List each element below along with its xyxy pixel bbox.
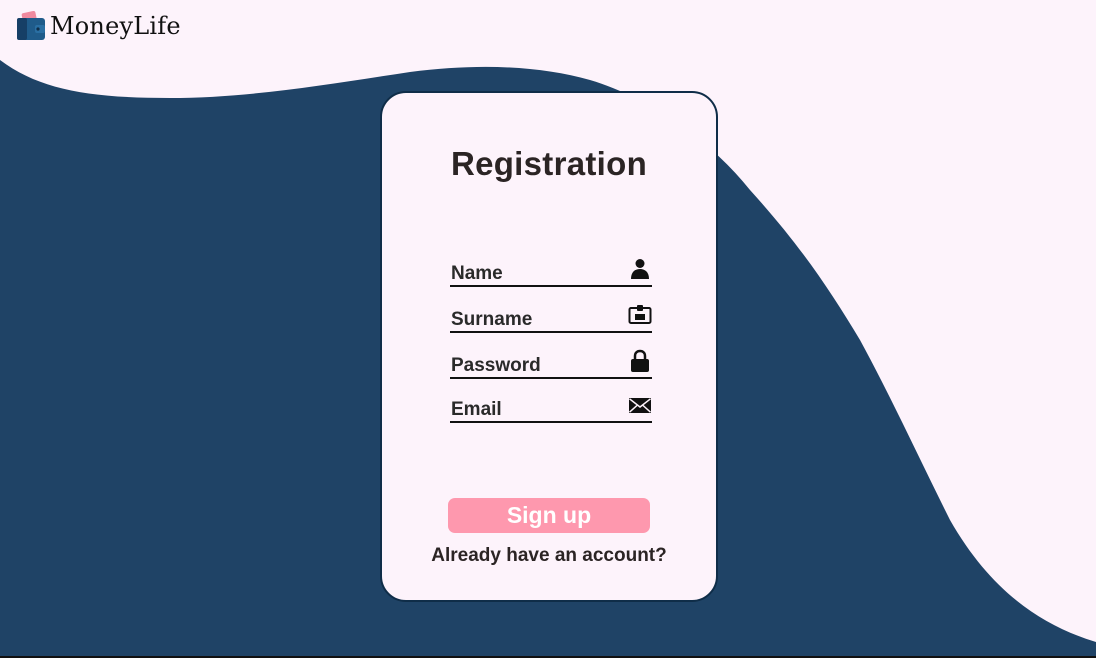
person-icon (628, 257, 652, 281)
login-link[interactable]: Already have an account? (382, 545, 716, 567)
name-field[interactable]: Name (450, 257, 652, 287)
brand-name: MoneyLife (50, 12, 181, 40)
password-label: Password (451, 355, 541, 376)
surname-label: Surname (451, 309, 533, 330)
password-field[interactable]: Password (450, 349, 652, 379)
surname-field[interactable]: Surname (450, 303, 652, 333)
sign-up-button[interactable]: Sign up (448, 498, 650, 533)
brand-logo[interactable]: MoneyLife (16, 8, 181, 44)
email-field[interactable]: Email (450, 393, 652, 423)
form-title: Registration (450, 145, 648, 182)
id-card-icon (628, 303, 652, 327)
wallet-icon (16, 10, 48, 42)
registration-card: Registration Name Surname Password Email… (380, 91, 718, 602)
envelope-icon (628, 393, 652, 417)
name-label: Name (451, 263, 503, 284)
lock-icon (628, 349, 652, 373)
email-label: Email (451, 399, 502, 420)
